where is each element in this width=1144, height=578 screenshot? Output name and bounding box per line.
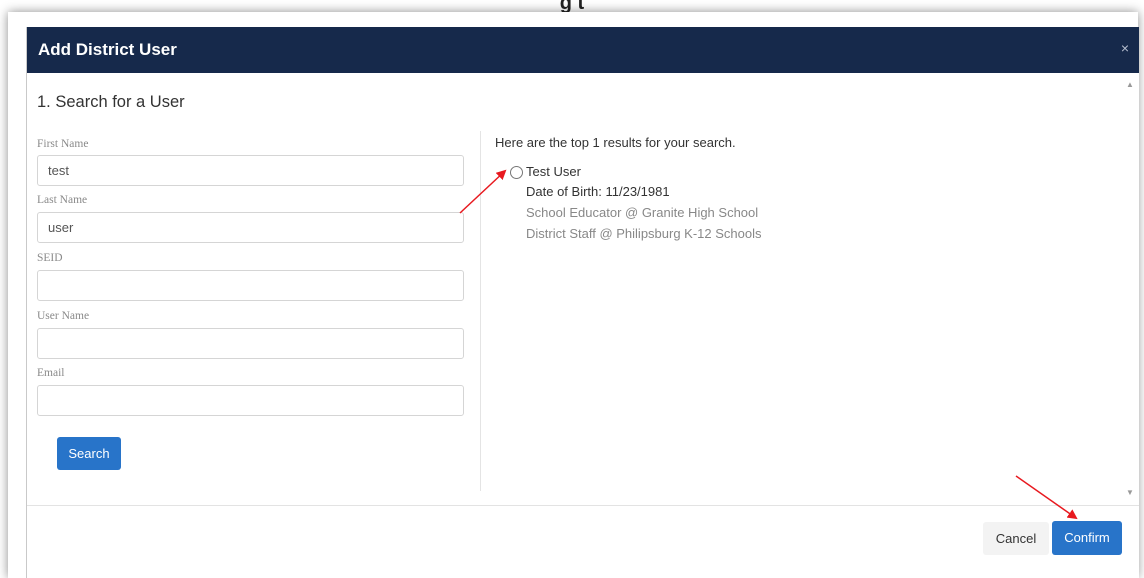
seid-label: SEID [37,252,63,264]
result-name[interactable]: Test User [526,164,581,179]
result-dob: Date of Birth: 11/23/1981 [526,184,670,199]
confirm-button[interactable]: Confirm [1052,521,1122,555]
result-affiliation: School Educator @ Granite High School [526,205,759,220]
last-name-label: Last Name [37,194,88,206]
section-title: 1. Search for a User [37,93,185,111]
search-button[interactable]: Search [57,437,121,470]
scroll-down-arrow-icon[interactable]: ▼ [1126,488,1134,497]
seid-field[interactable] [37,270,464,301]
column-divider [480,131,481,491]
cancel-button[interactable]: Cancel [983,522,1049,555]
modal-title: Add District User [38,40,177,59]
email-field[interactable] [37,385,464,416]
results-heading: Here are the top 1 results for your sear… [495,135,736,150]
user-name-label: User Name [37,310,90,322]
last-name-field[interactable]: user [37,212,464,243]
modal-header: Add District User × [27,27,1139,73]
email-label: Email [37,367,65,379]
first-name-label: First Name [37,138,89,150]
add-district-user-modal: Add District User × 1. Search for a User… [26,27,1139,578]
scroll-up-arrow-icon[interactable]: ▲ [1126,80,1134,89]
radio-button-icon[interactable] [510,166,523,179]
close-icon[interactable]: × [1121,40,1129,56]
result-affiliation: District Staff @ Philipsburg K-12 School… [526,226,762,241]
first-name-field[interactable]: test [37,155,464,186]
user-name-field[interactable] [37,328,464,359]
footer-divider [27,505,1139,506]
